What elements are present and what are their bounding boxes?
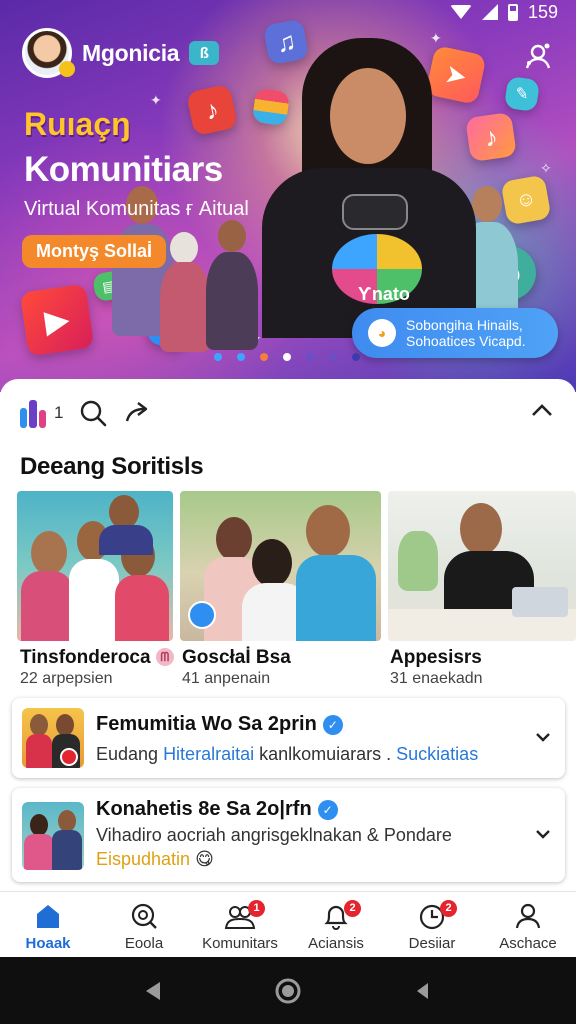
notification-thumbnail: [22, 708, 84, 768]
notification-title: Konahetis 8e Sa 2o|rfn ✓: [96, 798, 338, 821]
sparkle-icon: ✧: [540, 160, 552, 176]
carousel-dot[interactable]: [260, 353, 268, 361]
avatar-badge: [59, 61, 75, 77]
notification-link[interactable]: Hiteralraitai: [163, 744, 254, 764]
notification-text: Eudang Hiteralraitai kanlkomuiarars . Su…: [96, 744, 479, 764]
card-subtitle: 22 arpepsien: [20, 670, 113, 687]
hero-card-line1: Sobongiha Hinails,: [406, 317, 523, 333]
notification-item[interactable]: Konahetis 8e Sa 2o|rfn ✓ Vihadiro aocriah…: [12, 788, 565, 882]
verified-icon: ✓: [317, 800, 338, 820]
search-icon[interactable]: [79, 399, 107, 427]
app-logo-icon[interactable]: [20, 398, 46, 428]
bottom-navigation: Hoaak Eoola 1 Komunitars 2 Aciansis 2 De…: [0, 891, 576, 957]
content-sheet: 1 Deeang Soritisls Tinsfonderoca ᗰ 22 ar…: [0, 379, 576, 891]
nav-item-activity[interactable]: 2 Desiiar: [384, 892, 480, 957]
game-controller-icon: [342, 194, 408, 230]
brand-chip-icon: ß: [189, 41, 220, 65]
avatar[interactable]: [22, 28, 75, 78]
back-icon[interactable]: [142, 980, 164, 1002]
card-title[interactable]: Appesisrs: [390, 647, 482, 669]
card-title-badge-icon: ᗰ: [155, 648, 174, 666]
photo-app-icon: ✎: [503, 75, 541, 113]
hero-card-line2: Sohoatices Vicapd.: [406, 333, 526, 349]
status-time: 159: [527, 1, 558, 22]
hero-promo-card[interactable]: ◕ Sobongiha Hinails, Sohoatices Vicapd.: [352, 308, 558, 358]
emoji-icon: 😋: [195, 849, 214, 869]
wifi-icon: [449, 5, 472, 19]
app-name: Mgonicia: [82, 39, 180, 66]
notification-link[interactable]: Eispudhatin: [96, 849, 190, 869]
community-card-image[interactable]: [388, 491, 576, 641]
card-title[interactable]: Tinsfonderoca ᗰ: [20, 647, 174, 669]
app-brand[interactable]: Mgonicia ß: [22, 28, 220, 78]
sparkle-icon: ✦: [150, 92, 162, 108]
signal-icon: [481, 4, 498, 20]
search-icon: [131, 903, 157, 929]
card-title[interactable]: Goscłaİ Bsa: [182, 647, 291, 669]
community-card-image[interactable]: [17, 491, 173, 641]
hero-banner[interactable]: ✦ ✦ ✦ ✧ 159 Mgonicia ß ♫ ♪ ➤ ✎ ♪ ☺ ◎ ▶ ✆…: [0, 0, 576, 392]
emoji-icon: ◕: [368, 319, 396, 347]
notification-text-secondary: Eispudhatin 😋: [96, 849, 214, 870]
play-app-icon: ▶: [19, 283, 95, 357]
battery-icon: [507, 3, 518, 21]
profile-icon: [515, 903, 541, 929]
carousel-dot[interactable]: [352, 353, 360, 361]
notification-badge: 2: [440, 900, 457, 917]
hero-title-top: Ruıaçŋ: [24, 106, 131, 142]
carousel-dots[interactable]: [214, 353, 360, 361]
card-subtitle: 41 anpenain: [182, 670, 271, 687]
hero-cta-button[interactable]: Montyş Sollaİ: [22, 235, 167, 268]
carousel-dot[interactable]: [214, 353, 222, 361]
notification-badge: 1: [248, 900, 265, 917]
status-bar: 159: [449, 0, 558, 24]
hero-main-person: Ƴnato: [262, 38, 476, 338]
carousel-dot[interactable]: [306, 353, 314, 361]
carousel-dot[interactable]: [329, 353, 337, 361]
chevron-up-icon[interactable]: [530, 401, 554, 419]
hero-person: [204, 220, 260, 350]
nav-item-profile[interactable]: Aschace: [480, 892, 576, 957]
carousel-dot[interactable]: [237, 353, 245, 361]
nav-label: Desiiar: [408, 935, 456, 952]
home-icon: [37, 905, 59, 928]
trend-badge-icon: [188, 601, 216, 629]
nav-label: Aciansis: [308, 935, 364, 952]
notification-link[interactable]: Suckiatias: [396, 744, 478, 764]
hero-subtitle: Virtual Komunitas ғ Aitual: [24, 198, 249, 220]
section-title: Deeang Soritisls: [20, 453, 204, 480]
nav-label: Eoola: [124, 935, 164, 952]
nav-label: Komunitars: [202, 935, 278, 952]
people-icon[interactable]: [522, 40, 554, 72]
chevron-down-icon[interactable]: [535, 731, 551, 743]
shirt-text: Ƴnato: [358, 284, 410, 304]
verified-icon: ✓: [322, 715, 343, 735]
notification-text: Vihadiro aocriah angrisgeklnakan & Ponda…: [96, 825, 452, 845]
nav-label: Aschace: [499, 935, 557, 952]
card-subtitle: 31 enaekadn: [390, 670, 483, 687]
sheet-toolbar: 1: [20, 398, 151, 428]
nav-label: Hoaak: [25, 935, 71, 952]
notification-title: Femumitia Wo Sa 2prin ✓: [96, 713, 343, 736]
recents-icon[interactable]: [412, 980, 434, 1002]
share-arrow-icon[interactable]: [123, 399, 151, 427]
nav-item-community[interactable]: 1 Komunitars: [192, 892, 288, 957]
home-button-icon[interactable]: [274, 977, 302, 1005]
hero-person: [160, 232, 210, 352]
system-navigation-bar: [0, 957, 576, 1024]
chevron-down-icon[interactable]: [535, 828, 551, 840]
notification-item[interactable]: Femumitia Wo Sa 2prin ✓ Eudang Hiteralrai…: [12, 698, 565, 778]
music-note-icon: ♪: [185, 83, 239, 137]
notification-thumbnail: [22, 802, 84, 870]
nav-item-notifications[interactable]: 2 Aciansis: [288, 892, 384, 957]
toolbar-count: 1: [54, 403, 64, 422]
hero-title: Komunitiars: [24, 150, 223, 189]
carousel-dot[interactable]: [283, 353, 291, 361]
community-card-image[interactable]: [180, 491, 381, 641]
notification-badge: 2: [344, 900, 361, 917]
nav-item-explore[interactable]: Eoola: [96, 892, 192, 957]
nav-item-home[interactable]: Hoaak: [0, 892, 96, 957]
